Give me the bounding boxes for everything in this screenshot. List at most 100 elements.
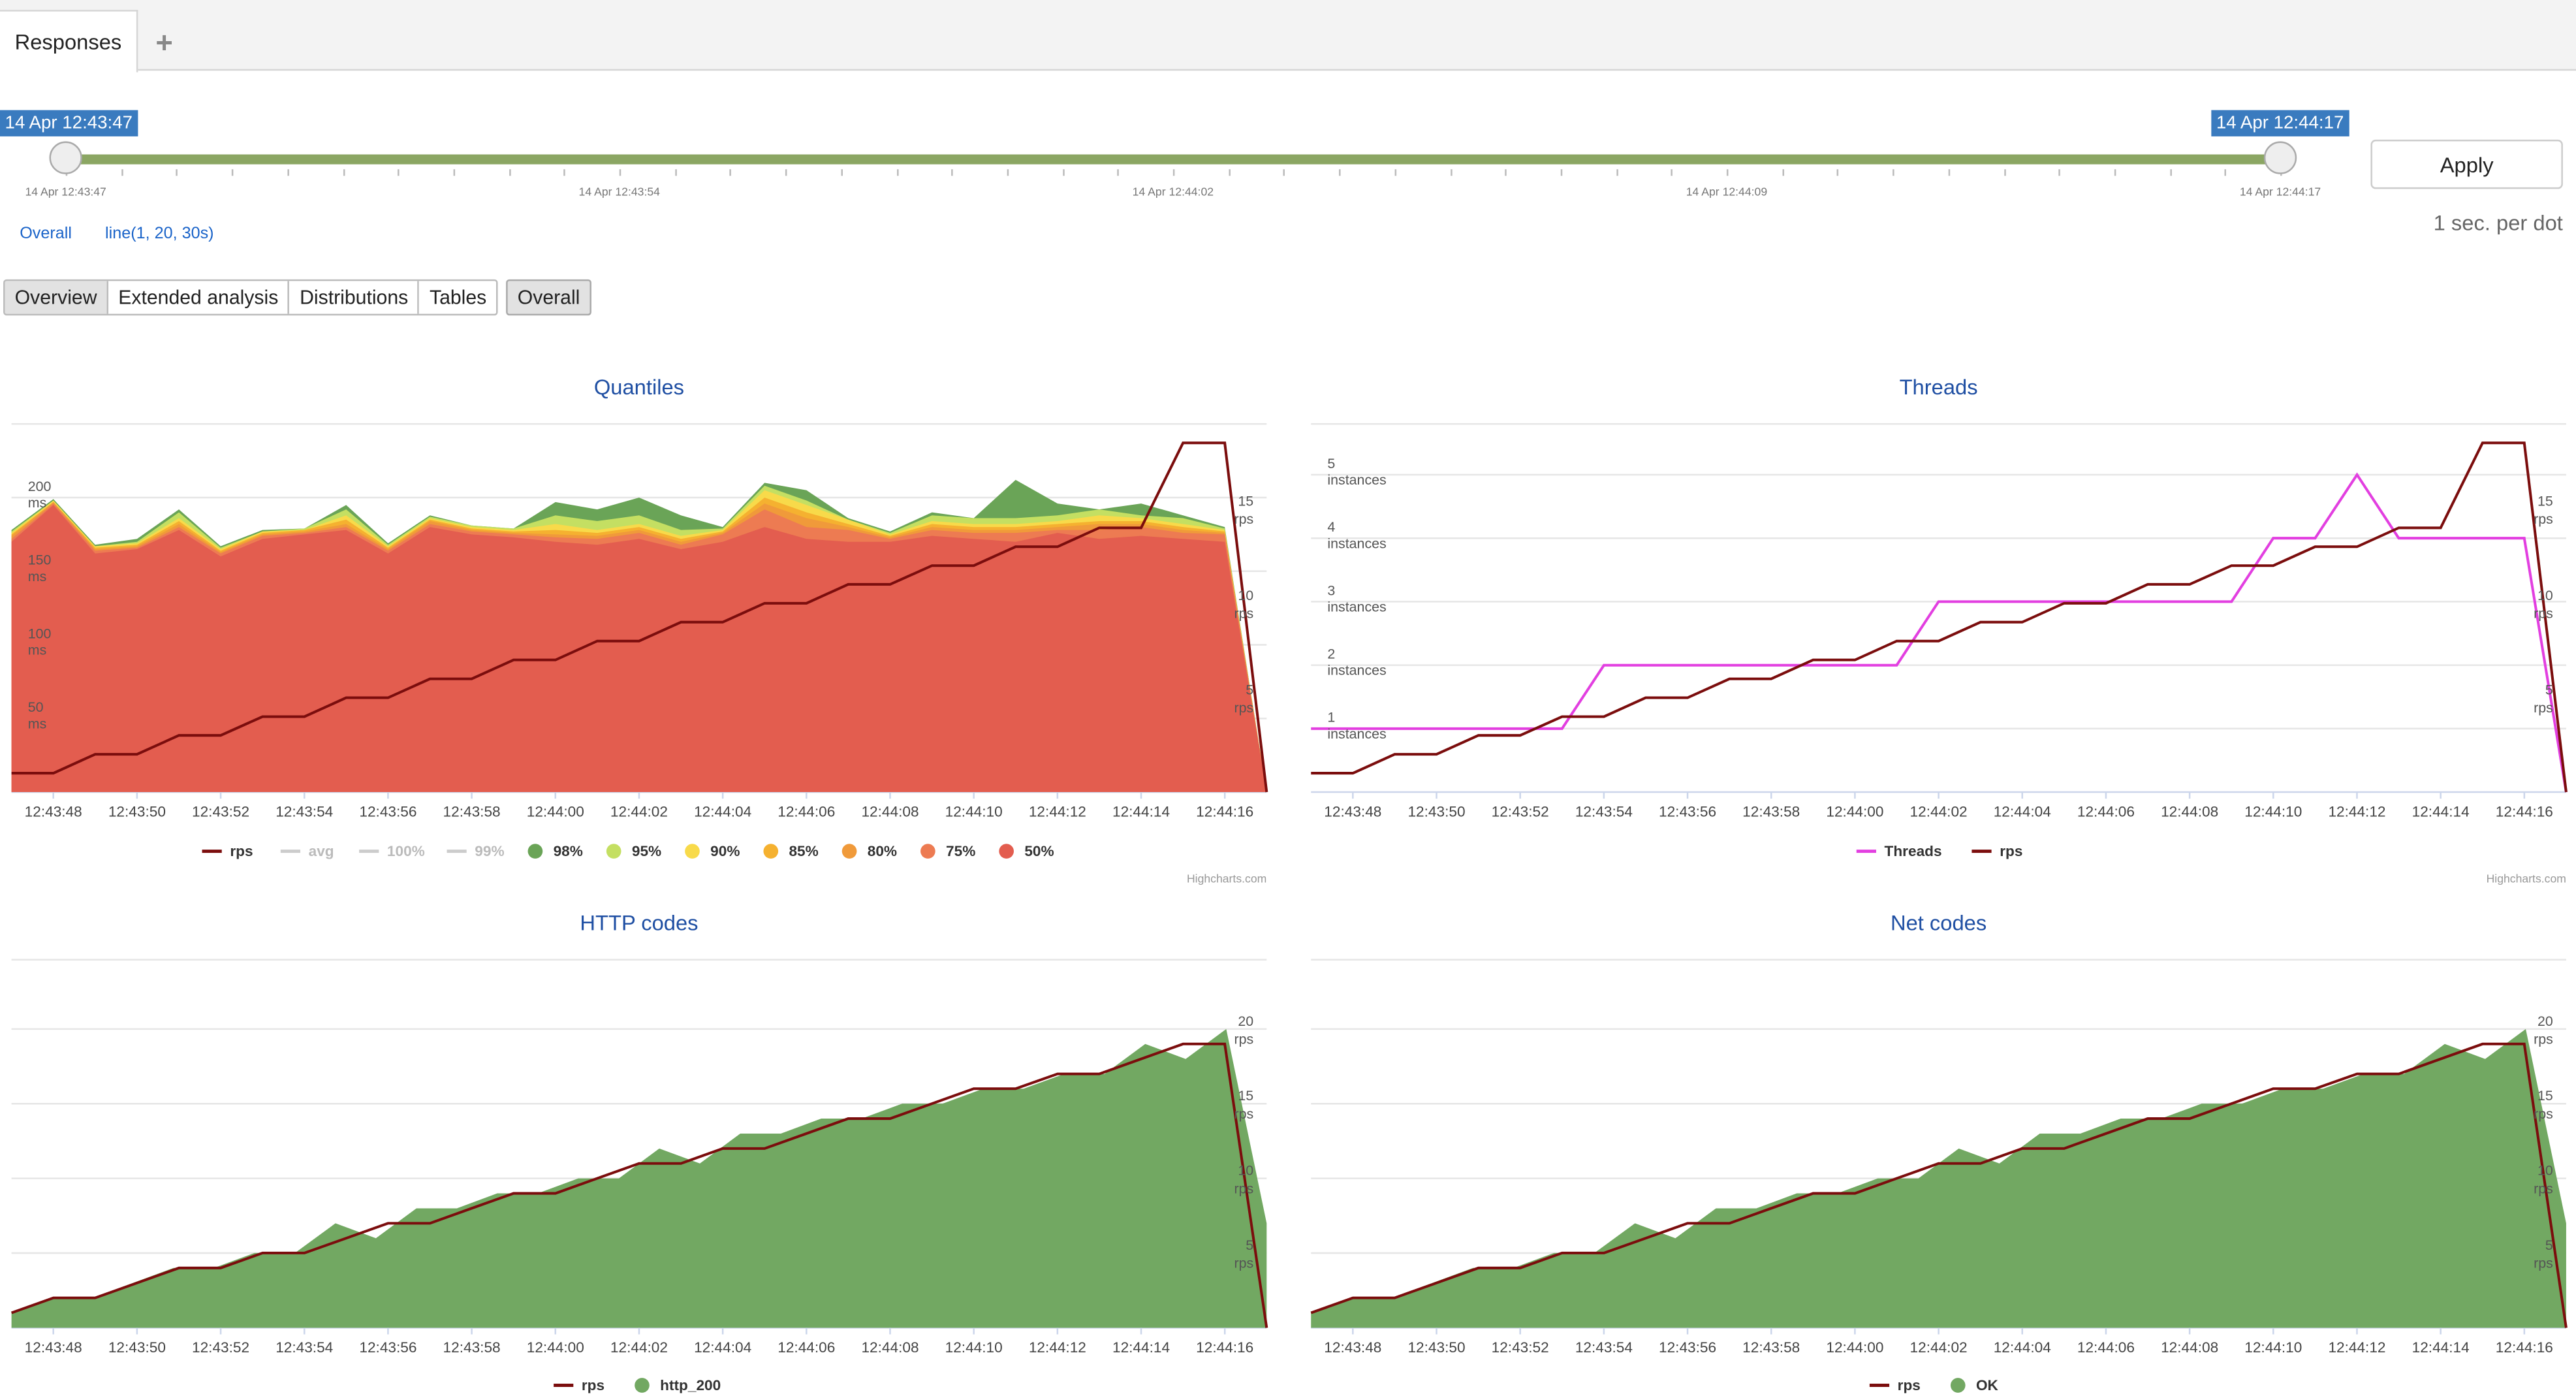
- tab-responses[interactable]: Responses: [0, 10, 138, 72]
- slider-tick: [1948, 169, 1950, 176]
- y-axis-unit: instances: [1327, 535, 1386, 551]
- slider-tick: [1560, 169, 1563, 176]
- x-axis-label: 12:44:14: [1112, 804, 1170, 820]
- slider-tick: [1062, 169, 1064, 176]
- highcharts-credit: Highcharts.com: [1187, 872, 1266, 885]
- apply-button[interactable]: Apply: [2370, 139, 2563, 189]
- legend-label: 99%: [475, 843, 504, 859]
- y-axis-unit: ms: [28, 716, 46, 731]
- slider-tick-label: 14 Apr 12:44:17: [2239, 187, 2321, 199]
- slider-tick: [2114, 169, 2116, 176]
- x-axis-label: 12:44:02: [610, 1339, 668, 1356]
- legend-dot-OK: [1950, 1378, 1966, 1393]
- legend-label: rps: [1898, 1377, 1921, 1393]
- y-axis-right-label: 20: [1238, 1013, 1253, 1029]
- chart-title: HTTP codes: [580, 910, 698, 934]
- app-root: Responses + 14 Apr 12:43:47 14 Apr 12:44…: [0, 0, 2576, 1400]
- range-start-handle[interactable]: [49, 141, 82, 174]
- slider-tick: [2058, 169, 2061, 176]
- legend-label: 100%: [387, 843, 425, 859]
- y-axis-right-label: 15: [2537, 1088, 2553, 1104]
- slider-tick-label: 14 Apr 12:44:09: [1686, 187, 1768, 199]
- y-axis-right-unit: rps: [1234, 1031, 1253, 1047]
- http-codes-chart: HTTP codes 5 rps 10 rps 15 rps 20 rps 12:43:48 12:…: [0, 900, 1281, 1400]
- y-axis-unit: instances: [1327, 663, 1386, 678]
- x-axis-label: 12:43:50: [108, 1339, 166, 1356]
- x-axis-label: 12:44:14: [2412, 1339, 2470, 1356]
- chart-title: Threads: [1900, 375, 1978, 399]
- time-range-slider[interactable]: [65, 154, 2281, 165]
- tab-overview[interactable]: Overview: [5, 281, 109, 314]
- y-axis-right-unit: rps: [1234, 1256, 1253, 1271]
- filter-overall-link[interactable]: Overall: [20, 225, 72, 244]
- y-axis-right-label: 15: [1238, 1088, 1253, 1104]
- x-axis-label: 12:44:12: [1029, 1339, 1086, 1356]
- slider-tick-label: 14 Apr 12:43:54: [578, 187, 660, 199]
- x-axis-label: 12:43:50: [108, 804, 166, 820]
- legend-label: 98%: [554, 843, 583, 859]
- legend-dot-80pct: [841, 844, 857, 859]
- y-axis-right-unit: rps: [1234, 511, 1253, 527]
- x-axis-label: 12:43:50: [1407, 1339, 1465, 1356]
- y-axis-right-unit: rps: [2534, 1106, 2553, 1122]
- slider-tick: [563, 169, 566, 176]
- slider-tick: [951, 169, 954, 176]
- y-axis-right-label: 5: [1246, 682, 1253, 697]
- x-axis-label: 12:44:06: [2077, 804, 2135, 820]
- x-axis-label: 12:44:06: [2077, 1339, 2135, 1356]
- x-axis-label: 12:44:12: [2328, 804, 2385, 820]
- x-axis-label: 12:44:16: [2496, 1339, 2553, 1356]
- legend-dot-98pct: [527, 844, 543, 859]
- y-axis-right-unit: rps: [2534, 511, 2553, 527]
- y-axis-label: 5: [1327, 456, 1335, 471]
- x-axis-label: 12:43:54: [1575, 804, 1633, 820]
- tab-distributions[interactable]: Distributions: [289, 281, 420, 314]
- x-axis-label: 12:43:50: [1407, 804, 1465, 820]
- legend-label: Threads: [1885, 843, 1942, 859]
- legend-label: rps: [230, 843, 253, 859]
- x-axis-label: 12:44:00: [1826, 804, 1883, 820]
- line-series-threads: [1311, 472, 2568, 793]
- x-axis-label: 12:44:00: [527, 804, 584, 820]
- x-axis-label: 12:44:08: [2161, 804, 2218, 820]
- legend-label: avg: [309, 843, 334, 859]
- y-axis-right-label: 15: [2537, 493, 2553, 509]
- slider-tick: [840, 169, 843, 176]
- tab-extended-analysis[interactable]: Extended analysis: [108, 281, 290, 314]
- legend-label: OK: [1976, 1377, 1999, 1393]
- slider-tick-label: 14 Apr 12:43:47: [25, 187, 106, 199]
- x-axis-label: 12:43:58: [1742, 1339, 1800, 1356]
- tab-bar: Responses +: [0, 0, 2576, 72]
- x-axis-label: 12:43:48: [1324, 1339, 1381, 1356]
- x-axis-label: 12:44:06: [778, 804, 835, 820]
- slider-tick: [1671, 169, 1673, 176]
- x-axis-label: 12:44:06: [778, 1339, 835, 1356]
- legend-dot-90pct: [685, 844, 700, 859]
- overall-button[interactable]: Overall: [506, 279, 592, 316]
- slider-tick: [398, 169, 400, 176]
- legend-label: 85%: [789, 843, 818, 859]
- y-axis-label: 1: [1327, 710, 1335, 725]
- slider-tick: [342, 169, 345, 176]
- slider-tick: [232, 169, 234, 176]
- y-axis-right-unit: rps: [2534, 1031, 2553, 1047]
- y-axis-right-unit: rps: [2534, 1256, 2553, 1271]
- slider-tick: [1118, 169, 1120, 176]
- x-axis-label: 12:43:58: [1742, 804, 1800, 820]
- x-axis-label: 12:44:08: [861, 804, 919, 820]
- quantiles-chart: Quantiles 50 ms 100 ms 150 ms 200 ms 5 rps 10 rps 15 r…: [0, 365, 1281, 891]
- slider-tick: [2003, 169, 2005, 176]
- slider-tick: [2225, 169, 2227, 176]
- x-axis-label: 12:44:10: [945, 804, 1003, 820]
- y-axis-right-unit: rps: [1234, 1181, 1253, 1196]
- x-axis-label: 12:43:48: [25, 804, 82, 820]
- x-axis-label: 12:44:02: [610, 804, 668, 820]
- tab-tables[interactable]: Tables: [419, 281, 497, 314]
- y-axis-right-unit: rps: [1234, 606, 1253, 622]
- range-end-handle[interactable]: [2263, 141, 2297, 174]
- y-axis-right-unit: rps: [2534, 1181, 2553, 1196]
- x-axis-label: 12:44:00: [527, 1339, 584, 1356]
- plus-icon[interactable]: +: [144, 23, 183, 62]
- filter-line-link[interactable]: line(1, 20, 30s): [105, 225, 213, 244]
- y-axis-label: 150: [28, 552, 52, 568]
